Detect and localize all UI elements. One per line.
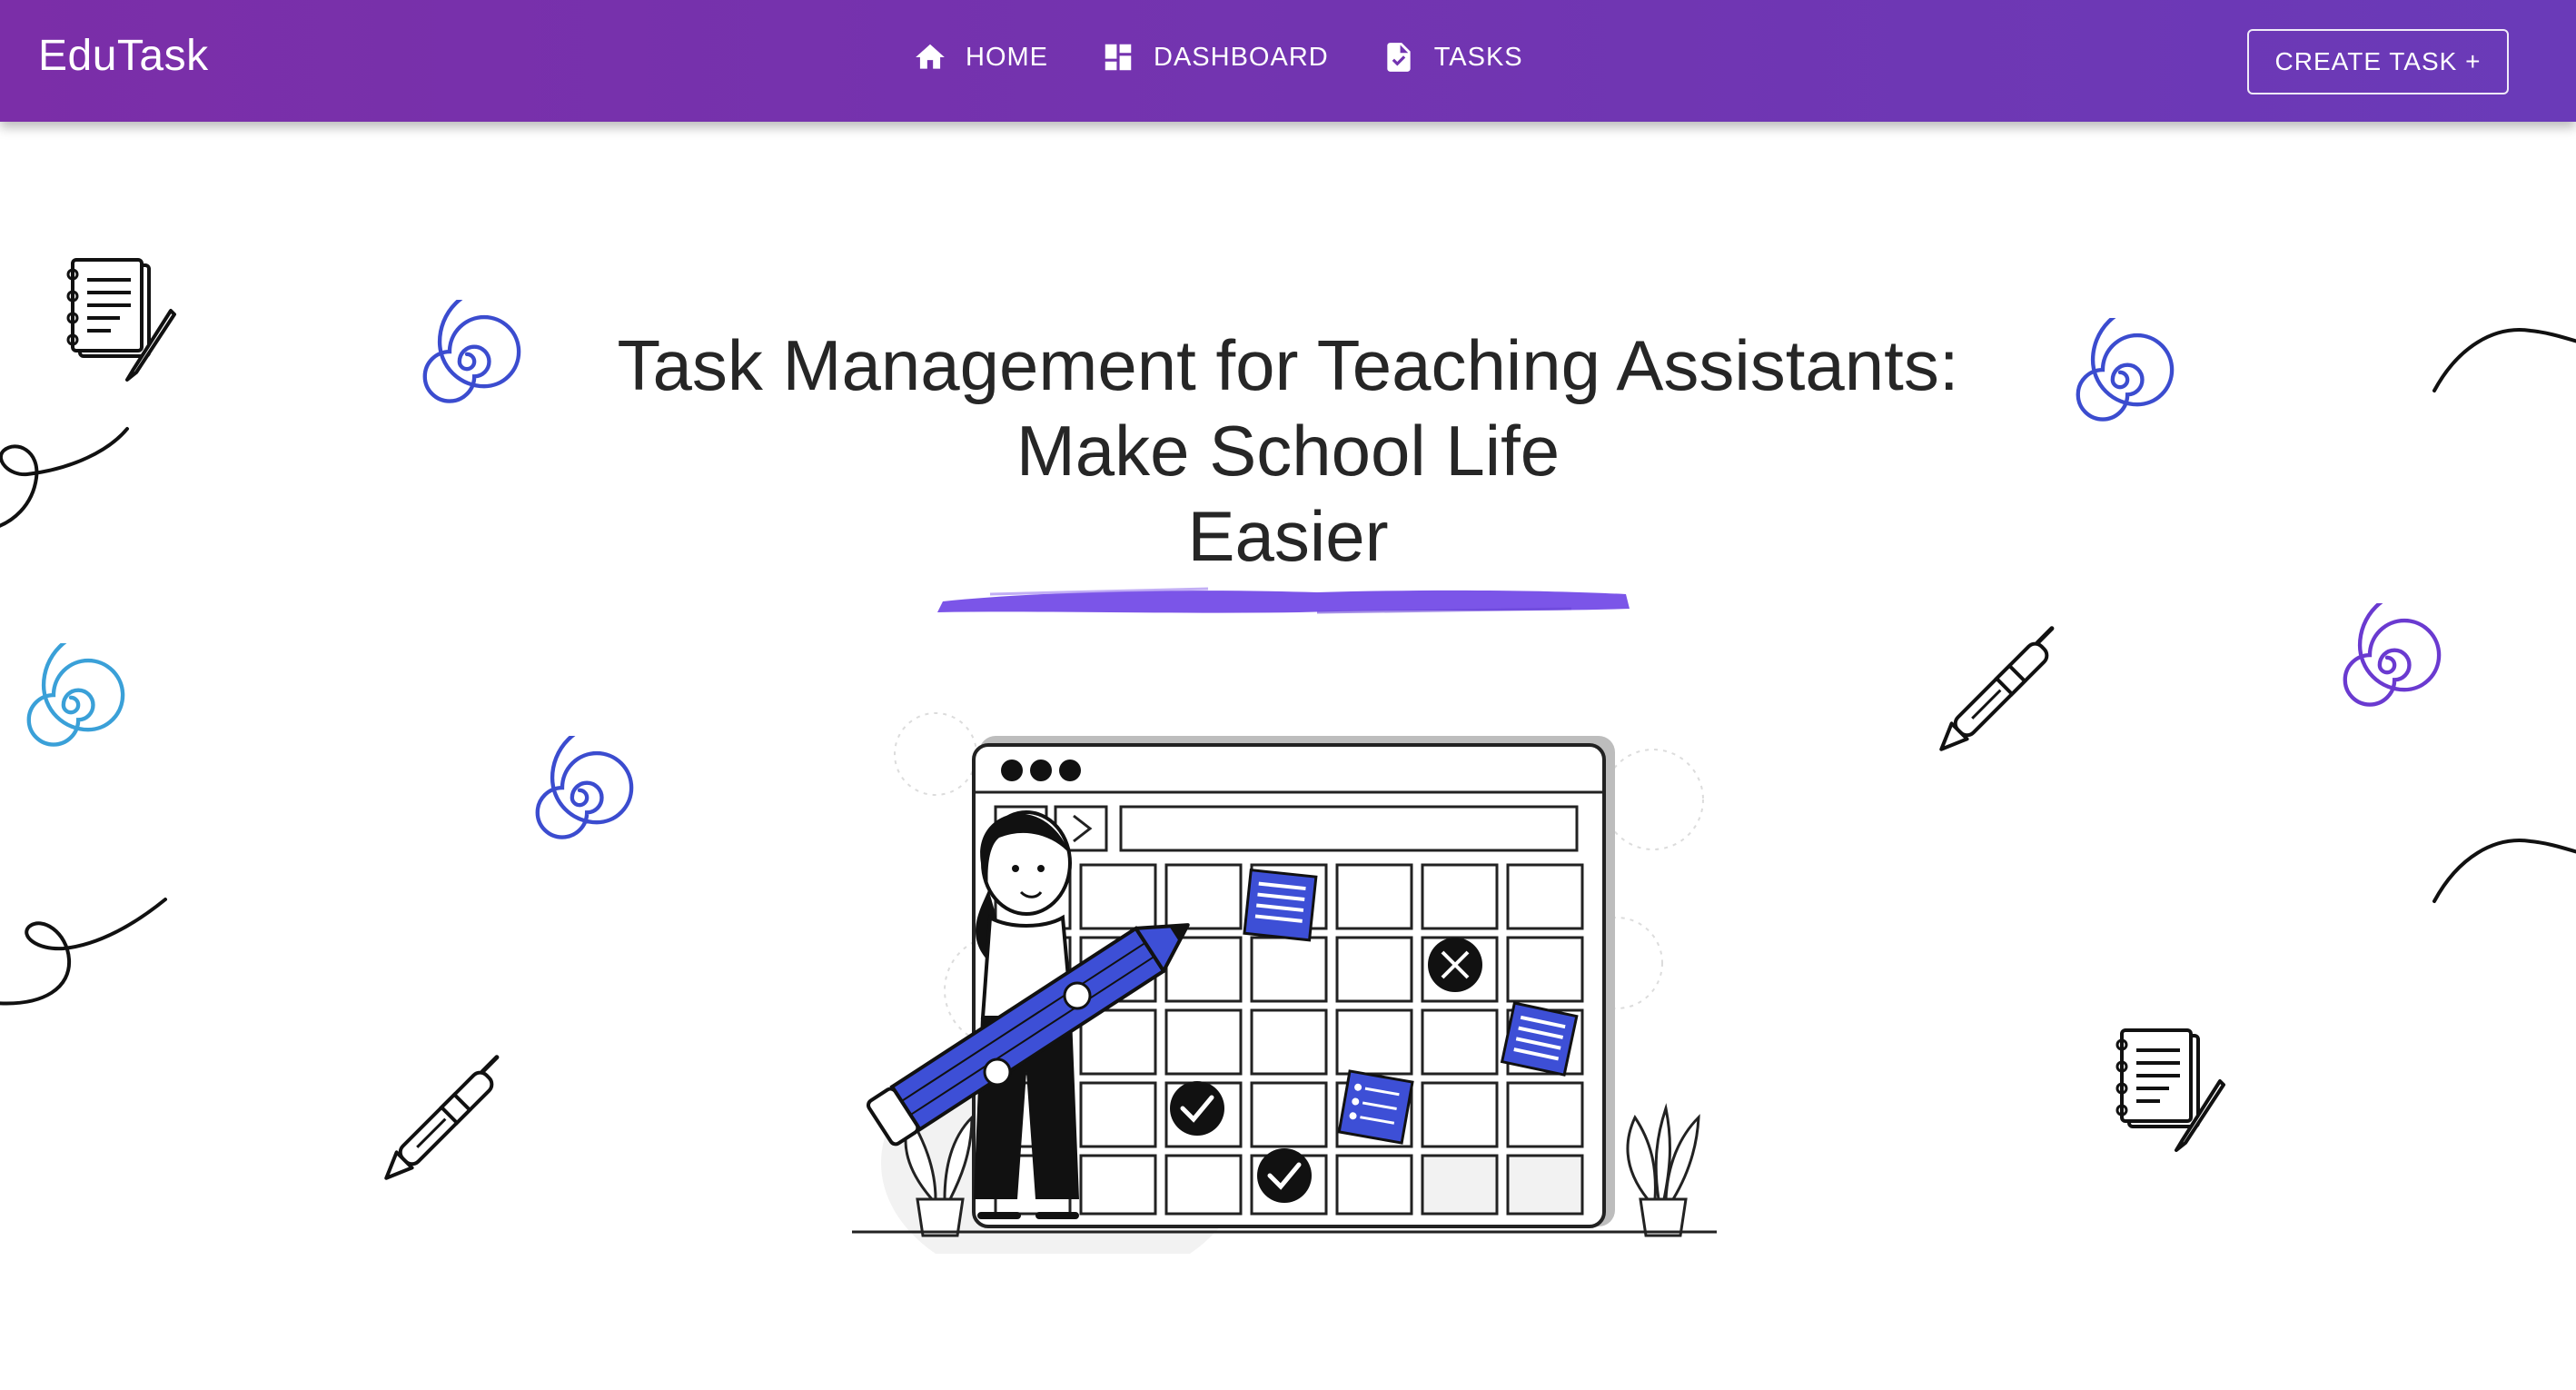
hero-title-line-1: Task Management for Teaching Assistants: [617, 325, 1959, 405]
squiggle-decoration [2432, 328, 2576, 392]
spiral-decoration [535, 736, 634, 839]
spiral-decoration [422, 300, 521, 403]
main-nav: HOME DASHBOARD TASKS [913, 40, 1523, 74]
task-file-icon [1387, 43, 1411, 72]
calendar-illustration [852, 712, 1717, 1254]
home-icon [916, 44, 945, 69]
brush-underline [937, 587, 1630, 614]
nav-dashboard[interactable]: DASHBOARD [1101, 40, 1329, 74]
squiggle-decoration [2432, 839, 2576, 903]
top-navbar: EduTask HOME DASHBOARD TASKS CREATE TASK… [0, 0, 2576, 122]
spiral-decoration [2076, 318, 2175, 422]
squiggle-decoration [0, 898, 167, 1006]
squiggle-decoration [0, 427, 129, 528]
hero-title-line-2: Make School Life [1016, 411, 1560, 491]
hero-title: Task Management for Teaching Assistants:… [561, 323, 2015, 579]
hero-title-line-3: Easier [1187, 496, 1389, 576]
dashboard-icon [1105, 44, 1132, 71]
pen-icon [1939, 626, 2055, 751]
nav-home-label: HOME [966, 42, 1048, 72]
notepad-pencil-icon [66, 258, 176, 382]
spiral-decoration [26, 643, 125, 747]
nav-tasks-label: TASKS [1433, 42, 1523, 72]
nav-dashboard-label: DASHBOARD [1154, 42, 1329, 72]
pen-icon [384, 1055, 500, 1180]
create-task-button[interactable]: CREATE TASK + [2247, 29, 2509, 94]
notepad-pencil-icon [2115, 1028, 2225, 1152]
spiral-decoration [2343, 603, 2442, 707]
nav-home[interactable]: HOME [913, 40, 1048, 74]
nav-tasks[interactable]: TASKS [1382, 40, 1523, 74]
brand-logo[interactable]: EduTask [38, 31, 209, 81]
